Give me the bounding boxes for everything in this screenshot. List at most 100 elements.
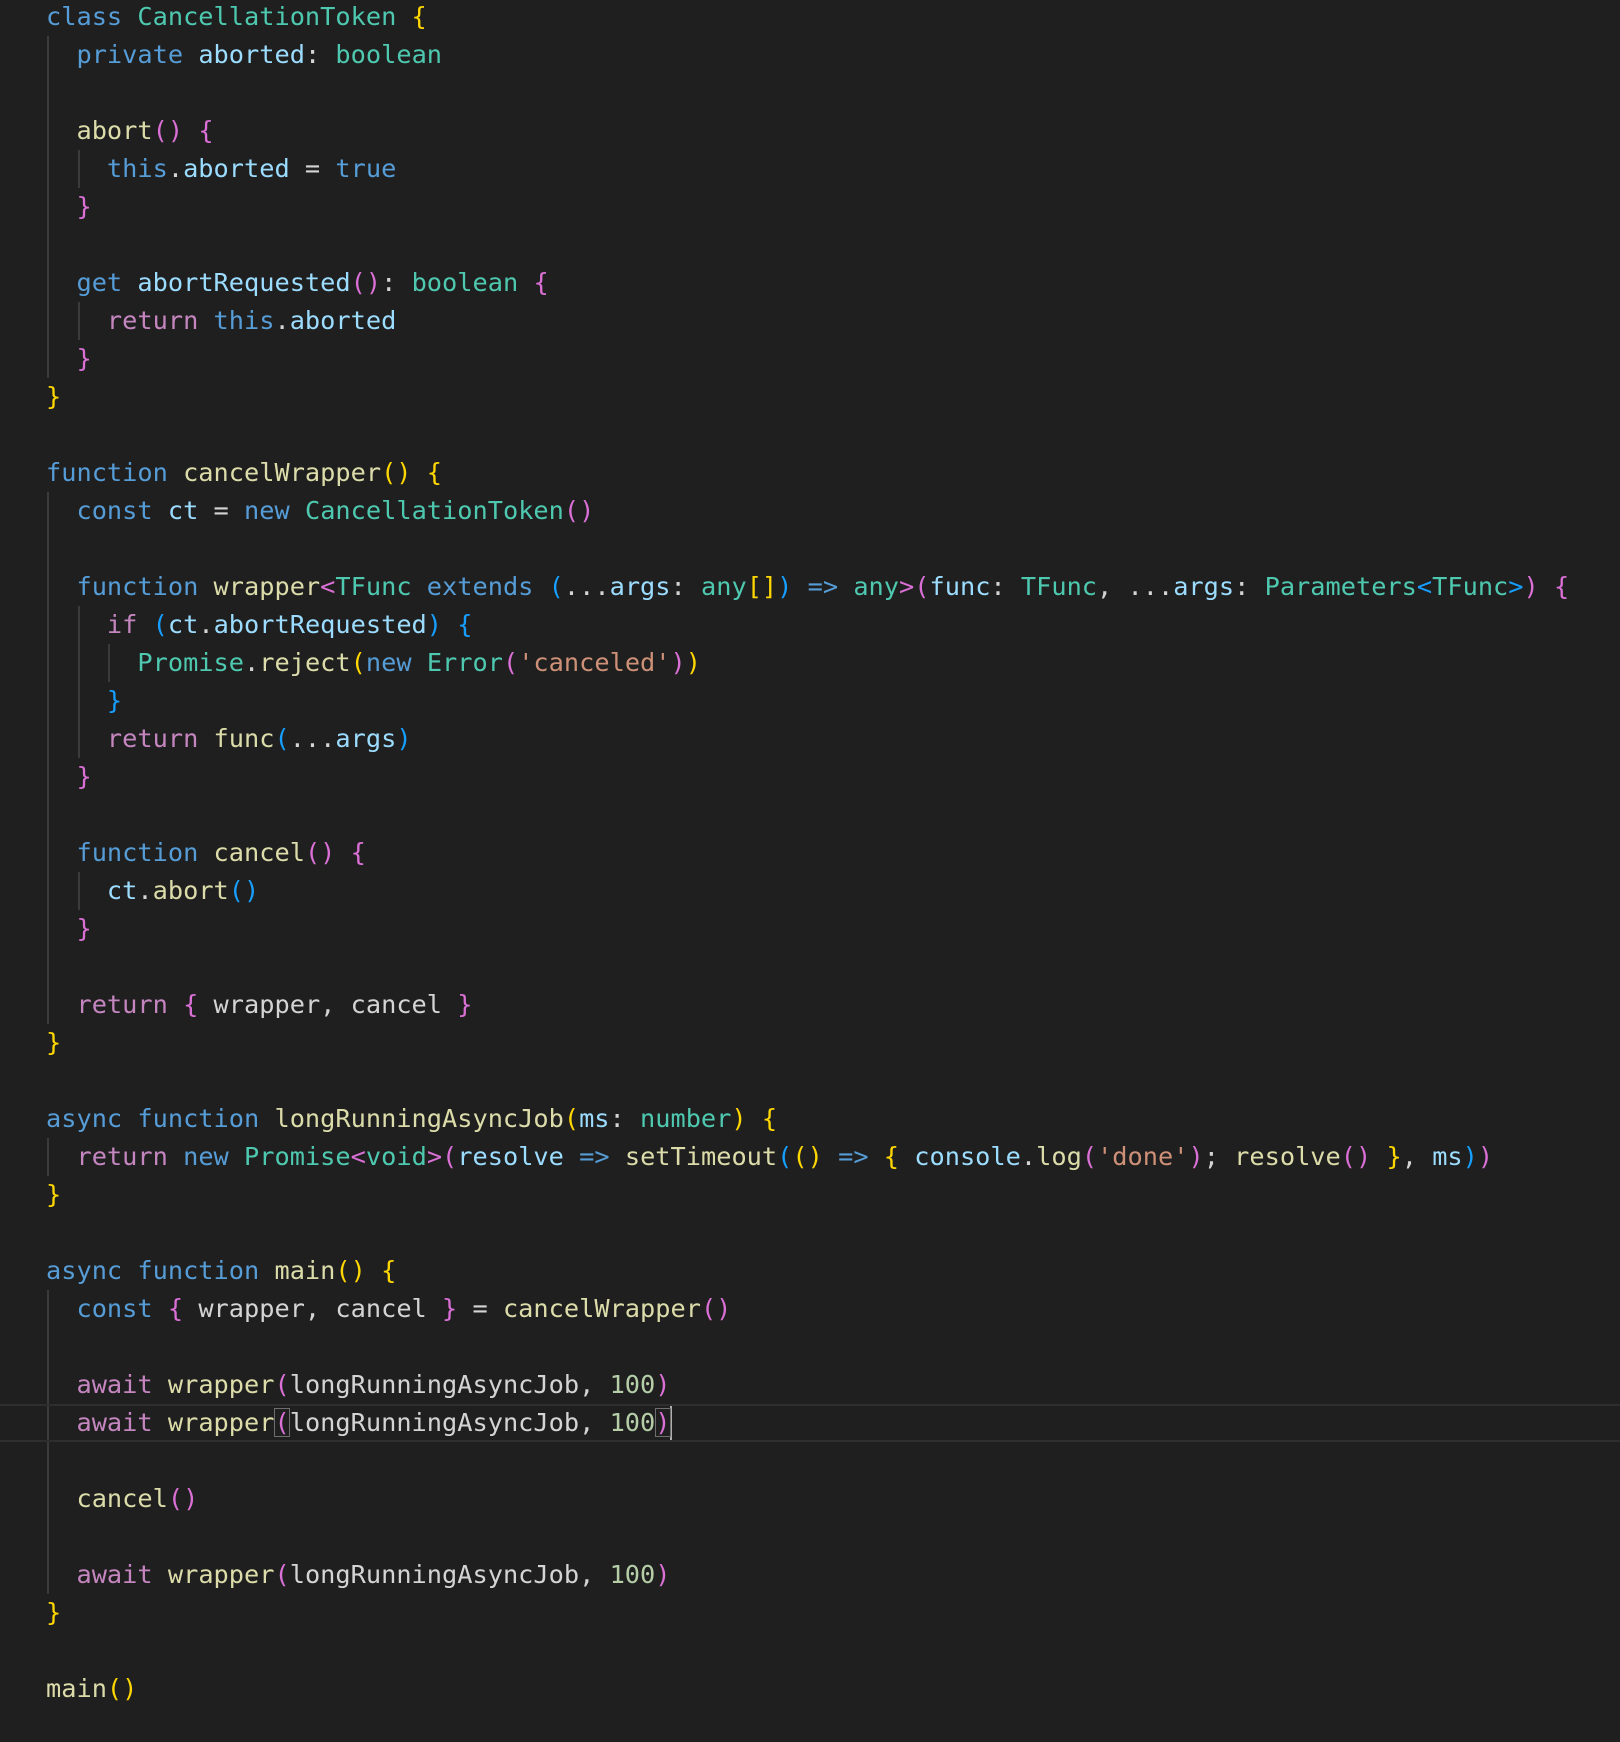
code-line[interactable] (0, 226, 1620, 264)
line-content: } (46, 910, 92, 948)
code-token: ) (655, 1370, 671, 1399)
code-token: function (137, 1104, 260, 1133)
code-token: { (883, 1142, 900, 1171)
code-line[interactable]: private aborted: boolean (0, 36, 1620, 74)
code-line[interactable]: abort() { (0, 112, 1620, 150)
code-line[interactable]: async function main() { (0, 1252, 1620, 1290)
code-token: ( (777, 1142, 793, 1171)
code-token: private (76, 40, 184, 69)
code-line[interactable]: } (0, 1594, 1620, 1632)
code-line[interactable]: } (0, 1024, 1620, 1062)
code-line[interactable]: cancel() (0, 1480, 1620, 1518)
code-line[interactable]: this.aborted = true (0, 150, 1620, 188)
code-line[interactable]: return func(...args) (0, 720, 1620, 758)
code-token: . (137, 876, 153, 905)
code-token: () (563, 496, 595, 525)
code-token: class (46, 2, 123, 31)
code-token: extends (426, 572, 534, 601)
code-token: . (167, 154, 184, 183)
code-token: : (304, 40, 336, 69)
code-token: any (700, 572, 747, 601)
code-line[interactable] (0, 948, 1620, 986)
code-line[interactable]: return new Promise<void>(resolve => setT… (0, 1138, 1620, 1176)
code-line[interactable] (0, 74, 1620, 112)
line-content: this.aborted = true (46, 150, 396, 188)
code-token: function (137, 1256, 260, 1285)
line-content: } (46, 1594, 61, 1632)
code-line[interactable]: function cancelWrapper() { (0, 454, 1620, 492)
line-content: } (46, 758, 91, 796)
code-token: wrapper (167, 1370, 275, 1399)
code-token: ; (1203, 1142, 1235, 1171)
code-line[interactable]: async function longRunningAsyncJob(ms: n… (0, 1100, 1620, 1138)
code-token: await (76, 1408, 153, 1437)
code-token: Parameters (1264, 572, 1417, 601)
code-token: ) (731, 1104, 747, 1133)
code-line[interactable]: class CancellationToken { (0, 0, 1620, 36)
code-line[interactable] (0, 1442, 1620, 1480)
code-line[interactable]: const { wrapper, cancel } = cancelWrappe… (0, 1290, 1620, 1328)
code-line[interactable]: Promise.reject(new Error('canceled')) (0, 644, 1620, 682)
code-line[interactable]: } (0, 682, 1620, 720)
code-line[interactable]: } (0, 340, 1620, 378)
code-token: 100 (609, 1408, 656, 1437)
code-line[interactable] (0, 416, 1620, 454)
code-line[interactable]: } (0, 910, 1620, 948)
code-token: ) (655, 1408, 671, 1437)
code-token: TFunc (1020, 572, 1098, 601)
code-line[interactable]: } (0, 378, 1620, 416)
code-line[interactable] (0, 796, 1620, 834)
code-line[interactable]: return { wrapper, cancel } (0, 986, 1620, 1024)
code-line[interactable]: } (0, 1176, 1620, 1214)
code-line[interactable] (0, 1062, 1620, 1100)
code-line[interactable] (0, 1632, 1620, 1670)
code-token: () (304, 838, 336, 867)
code-line[interactable]: } (0, 188, 1620, 226)
code-token: new (244, 496, 290, 525)
code-line[interactable]: await wrapper(longRunningAsyncJob, 100) (0, 1556, 1620, 1594)
code-line[interactable] (0, 1518, 1620, 1556)
line-content: return this.aborted (46, 302, 396, 340)
code-line[interactable]: ct.abort() (0, 872, 1620, 910)
code-token: : (609, 1104, 641, 1133)
line-content: await wrapper(longRunningAsyncJob, 100) (46, 1366, 671, 1404)
code-line[interactable] (0, 530, 1620, 568)
code-line[interactable] (0, 1214, 1620, 1252)
code-line[interactable]: const ct = new CancellationToken() (0, 492, 1620, 530)
code-token: () (381, 458, 412, 487)
code-line[interactable]: function cancel() { (0, 834, 1620, 872)
code-token: 100 (609, 1560, 656, 1589)
code-line[interactable] (0, 1328, 1620, 1366)
code-line[interactable]: await wrapper(longRunningAsyncJob, 100) (0, 1404, 1620, 1442)
code-token: ms (579, 1104, 610, 1133)
code-token: cancel (213, 838, 305, 867)
code-token: , ... (1097, 572, 1174, 601)
code-line[interactable]: } (0, 758, 1620, 796)
code-token: ) (1188, 1142, 1204, 1171)
line-content: return func(...args) (46, 720, 412, 758)
code-token: } (76, 914, 92, 943)
code-line[interactable]: if (ct.abortRequested) { (0, 606, 1620, 644)
code-editor[interactable]: class CancellationToken { private aborte… (0, 0, 1620, 1742)
code-line[interactable]: function wrapper<TFunc extends (...args:… (0, 568, 1620, 606)
code-line[interactable]: return this.aborted (0, 302, 1620, 340)
code-token: : (990, 572, 1021, 601)
code-line[interactable]: await wrapper(longRunningAsyncJob, 100) (0, 1366, 1620, 1404)
code-line[interactable]: main() (0, 1670, 1620, 1708)
code-line[interactable]: get abortRequested(): boolean { (0, 264, 1620, 302)
code-token: } (46, 382, 62, 411)
code-token: = (457, 1294, 503, 1323)
